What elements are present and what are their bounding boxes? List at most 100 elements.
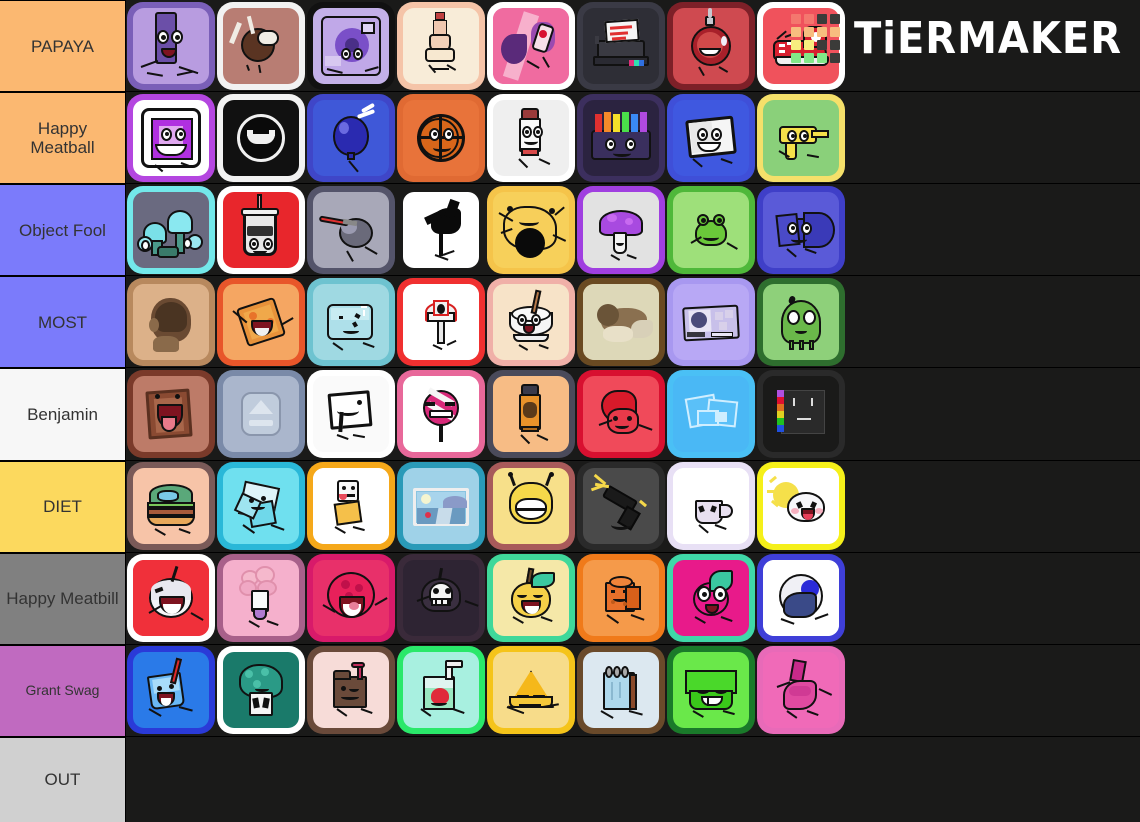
tiermaker-logo: TiERMAKER [790, 14, 1122, 63]
tier-items-container[interactable] [126, 92, 1140, 183]
logo-grid-cell [803, 53, 814, 63]
dark-skull-character[interactable] [397, 554, 485, 643]
thumbnail-art [763, 468, 839, 545]
thumbnail-art [223, 375, 299, 452]
thumbnail-art [673, 191, 749, 268]
dice-character[interactable] [307, 462, 395, 551]
magenta-berry-character[interactable] [667, 554, 755, 643]
teal-bush-character[interactable] [217, 646, 305, 735]
yellow-pyramid-character[interactable] [487, 646, 575, 735]
tier-items-container[interactable] [126, 184, 1140, 275]
marker-character[interactable] [487, 93, 575, 182]
tier-label-happy-meatbill[interactable]: Happy Meatbill [0, 552, 126, 644]
red-blob-character[interactable] [577, 369, 665, 458]
green-basket-character[interactable] [667, 646, 755, 735]
printer-character[interactable] [577, 1, 665, 90]
thumbnail-art [223, 283, 299, 360]
tier-label-benjamin[interactable]: Benjamin [0, 368, 126, 460]
purple-fan-character[interactable] [307, 1, 395, 90]
id-card-character[interactable] [667, 277, 755, 366]
mug-character[interactable] [667, 462, 755, 551]
blue-egg-character[interactable] [757, 554, 845, 643]
tier-label-object-fool[interactable]: Object Fool [0, 184, 126, 276]
thumbnail-art [313, 7, 389, 84]
photo-frame-character[interactable] [397, 462, 485, 551]
thumbnail-art [403, 191, 479, 268]
thumbnail-art [403, 468, 479, 545]
cyan-crystal-character[interactable] [217, 462, 305, 551]
purple-tv-character[interactable] [127, 93, 215, 182]
logo-grid-cell [816, 53, 827, 63]
blue-book-character[interactable] [667, 93, 755, 182]
green-juice-character[interactable] [397, 646, 485, 735]
thumbnail-art [133, 468, 209, 545]
tier-label-most[interactable]: MOST [0, 276, 126, 368]
red-bomb-character[interactable] [127, 554, 215, 643]
tier-items-container[interactable] [126, 461, 1140, 552]
tier-items-container[interactable] [126, 368, 1140, 459]
thumbnail-art [313, 468, 389, 545]
yellow-gun-character[interactable] [757, 93, 845, 182]
orange-cracker-character[interactable] [217, 277, 305, 366]
apple-character[interactable] [487, 554, 575, 643]
red-mushroom-character[interactable] [397, 277, 485, 366]
red-ornament-character[interactable] [667, 1, 755, 90]
gray-balloon-character[interactable] [307, 185, 395, 274]
tier-items-container[interactable] [126, 645, 1140, 736]
purple-remote-character[interactable] [127, 1, 215, 90]
tier-items-container[interactable] [126, 737, 1140, 822]
chocolate-ice-cream-character[interactable] [217, 1, 305, 90]
rice-bowl-character[interactable] [487, 277, 575, 366]
notebook-character[interactable] [577, 646, 665, 735]
black-splat-character[interactable] [397, 185, 485, 274]
pink-ball-character[interactable] [307, 554, 395, 643]
thumbnail-art [583, 560, 659, 637]
purple-mushroom-character[interactable] [577, 185, 665, 274]
blue-balloon-character[interactable] [307, 93, 395, 182]
tier-items-container[interactable] [126, 276, 1140, 367]
yellow-scribble-character[interactable] [487, 185, 575, 274]
thumbnail-art [493, 375, 569, 452]
tier-label-papaya[interactable]: PAPAYA [0, 0, 126, 92]
rainbow-crayons-character[interactable] [577, 93, 665, 182]
pink-lollipop-character[interactable] [397, 369, 485, 458]
pink-mouth-character[interactable] [487, 1, 575, 90]
black-gun-character[interactable] [577, 462, 665, 551]
orange-paper-character[interactable] [577, 554, 665, 643]
soda-cup-character[interactable] [217, 185, 305, 274]
blue-cup-character[interactable] [127, 646, 215, 735]
yellow-blob-character[interactable] [487, 462, 575, 551]
blue-arrow-character[interactable] [757, 185, 845, 274]
logo-grid-cell [790, 14, 801, 24]
tier-items-container[interactable] [126, 553, 1140, 644]
thumbnail-art [223, 7, 299, 84]
tier-label-diet[interactable]: DIET [0, 460, 126, 552]
green-frog-character[interactable] [667, 185, 755, 274]
cloud-sun-character[interactable] [757, 462, 845, 551]
tier-label-grant-swag[interactable]: Grant Swag [0, 644, 126, 736]
thumbnail-art [403, 375, 479, 452]
thumbnail-art [223, 468, 299, 545]
head-photo[interactable] [127, 277, 215, 366]
tier-label-out[interactable]: OUT [0, 736, 126, 822]
chocolate-milk-character[interactable] [307, 646, 395, 735]
tier-label-happy-meatball[interactable]: Happy Meatball [0, 92, 126, 184]
logo-grid-cell [829, 53, 840, 63]
wooden-frame-character[interactable] [127, 369, 215, 458]
pixel-art-character[interactable] [757, 369, 845, 458]
spray-can-character[interactable] [487, 369, 575, 458]
burger-character[interactable] [127, 462, 215, 551]
cat-photo[interactable] [577, 277, 665, 366]
bottle-character[interactable] [397, 1, 485, 90]
pink-s-character[interactable] [757, 646, 845, 735]
black-circle-character[interactable] [217, 93, 305, 182]
pink-flower-character[interactable] [217, 554, 305, 643]
ice-cube-character[interactable] [307, 277, 395, 366]
eject-button-character[interactable] [217, 369, 305, 458]
teal-crystal-cluster[interactable] [127, 185, 215, 274]
thumbnail-art [403, 99, 479, 176]
blue-ice-character[interactable] [667, 369, 755, 458]
white-paper-character[interactable] [307, 369, 395, 458]
basketball-character[interactable] [397, 93, 485, 182]
green-slime-character[interactable] [757, 277, 845, 366]
